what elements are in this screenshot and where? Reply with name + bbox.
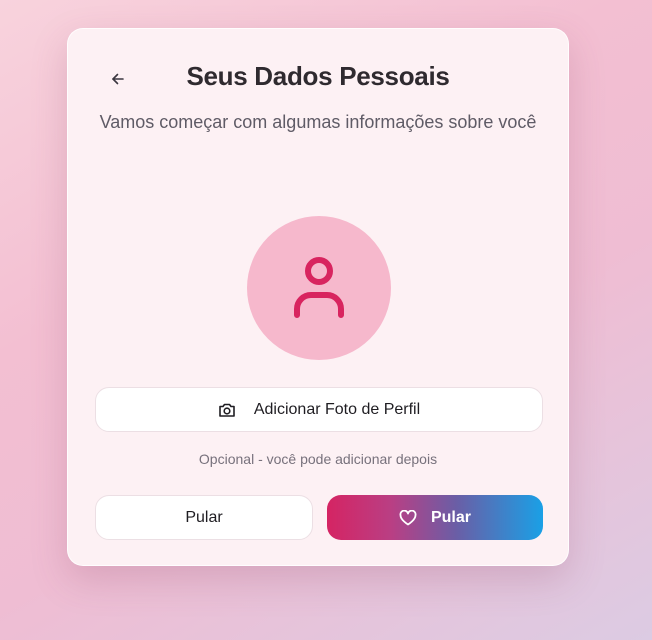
avatar-placeholder xyxy=(247,216,391,360)
user-icon xyxy=(294,257,344,318)
add-profile-photo-button[interactable]: Adicionar Foto de Perfil xyxy=(95,387,543,432)
page-title: Seus Dados Pessoais xyxy=(186,61,450,91)
page-subtitle: Vamos começar com algumas informações so… xyxy=(99,112,537,132)
continue-button[interactable]: Pular xyxy=(327,495,543,540)
skip-button-label: Pular xyxy=(185,508,223,526)
profile-card: Seus Dados Pessoais Vamos começar com al… xyxy=(67,28,569,566)
camera-icon xyxy=(219,403,235,417)
add-photo-label: Adicionar Foto de Perfil xyxy=(253,400,421,418)
continue-button-label: Pular xyxy=(430,508,471,526)
skip-button[interactable]: Pular xyxy=(95,495,313,540)
heart-icon xyxy=(399,509,417,525)
optional-note: Opcional - você pode adicionar depois xyxy=(198,451,438,467)
